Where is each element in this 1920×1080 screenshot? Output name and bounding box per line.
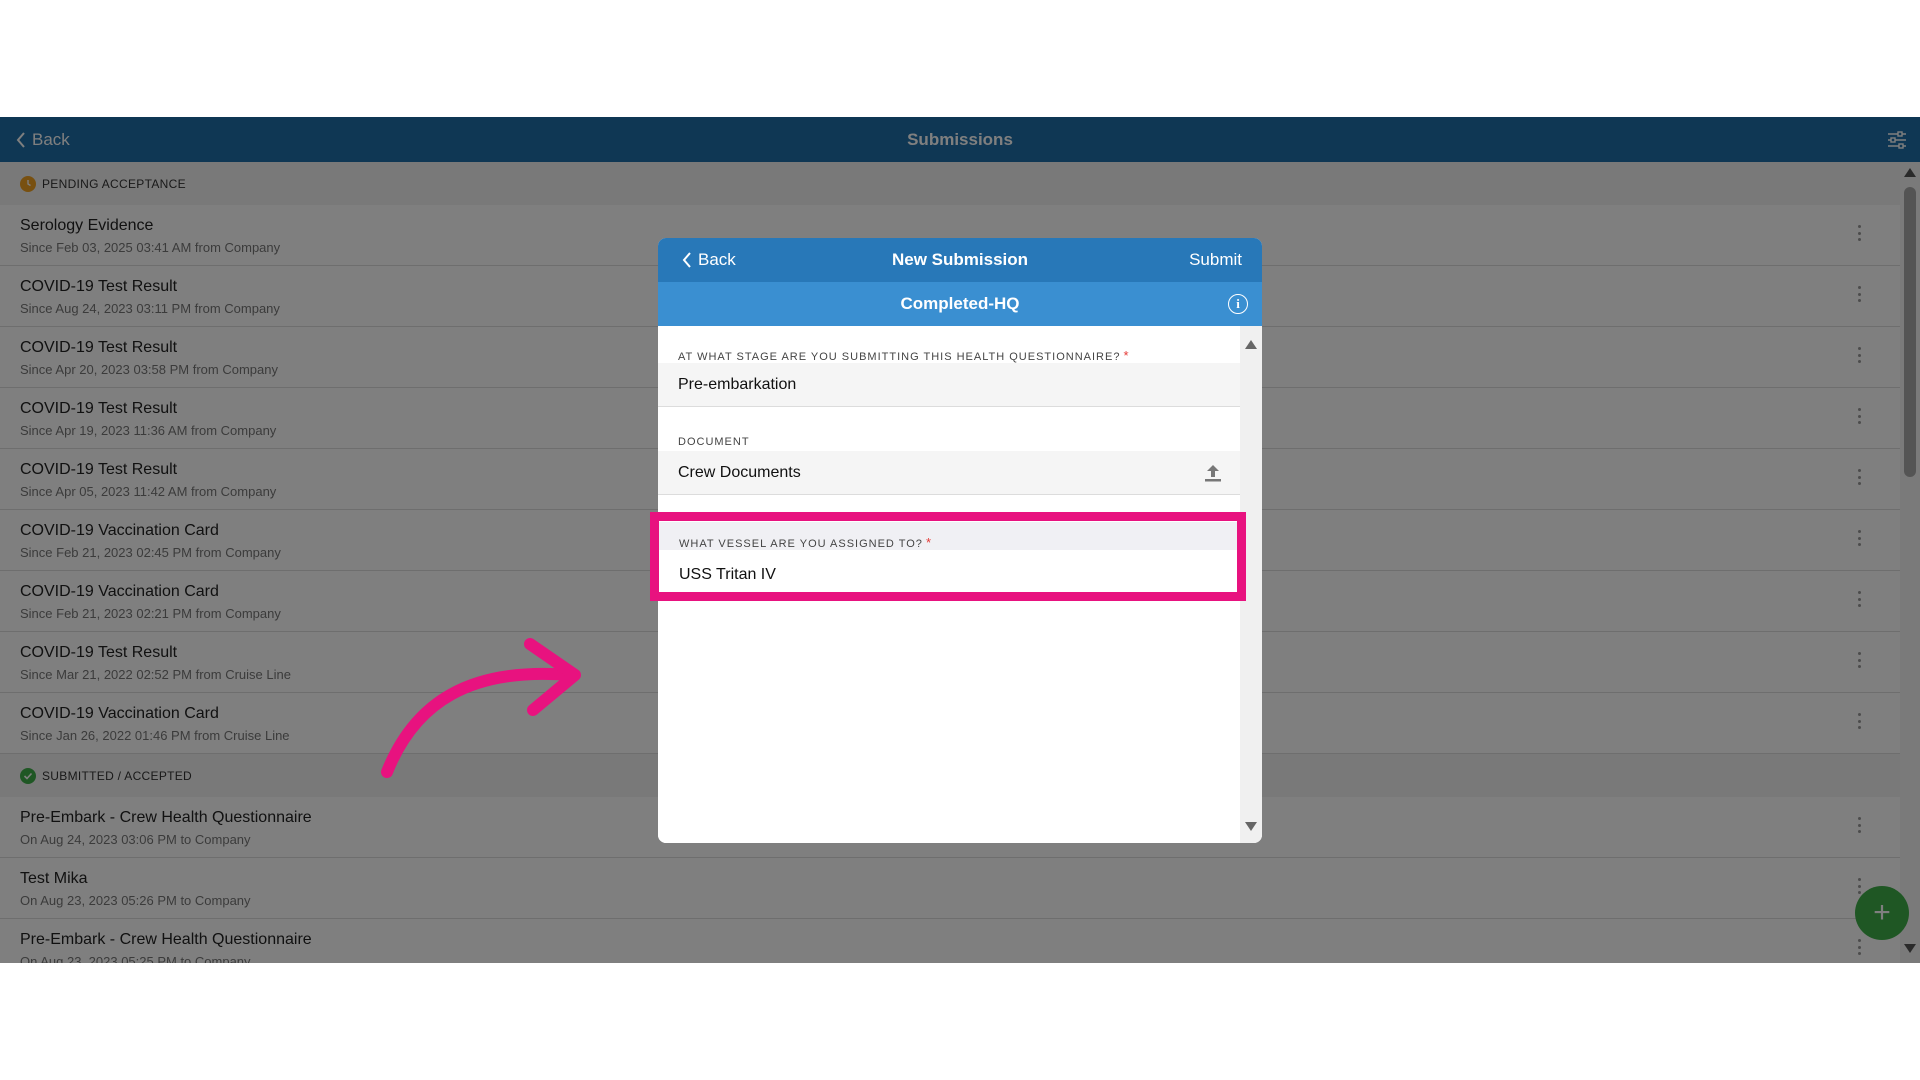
- highlight-frame: [650, 512, 1246, 601]
- submit-button[interactable]: Submit: [1189, 238, 1242, 282]
- document-value: Crew Documents: [678, 463, 801, 481]
- form-name: Completed-HQ: [900, 294, 1020, 313]
- modal-header: Back New Submission Submit: [658, 238, 1262, 282]
- stage-label-text: AT WHAT STAGE ARE YOU SUBMITTING THIS HE…: [678, 351, 1121, 363]
- info-icon[interactable]: i: [1228, 294, 1248, 314]
- scroll-up-arrow-icon[interactable]: [1245, 340, 1257, 349]
- modal-subheader: Completed-HQ i: [658, 282, 1262, 326]
- stage-field-label: AT WHAT STAGE ARE YOU SUBMITTING THIS HE…: [678, 348, 1130, 363]
- modal-title: New Submission: [891, 250, 1029, 269]
- pointer-arrow-icon: [381, 638, 581, 778]
- stage-field[interactable]: Pre-embarkation: [658, 363, 1240, 407]
- document-field-label: DOCUMENT: [678, 436, 750, 448]
- document-field[interactable]: Crew Documents: [658, 451, 1240, 495]
- scroll-down-arrow-icon[interactable]: [1245, 822, 1257, 831]
- upload-icon[interactable]: [1204, 463, 1222, 483]
- required-mark: *: [1123, 348, 1130, 363]
- app-window: Back Submissions PENDING ACCEPTANCE Sero…: [0, 117, 1920, 963]
